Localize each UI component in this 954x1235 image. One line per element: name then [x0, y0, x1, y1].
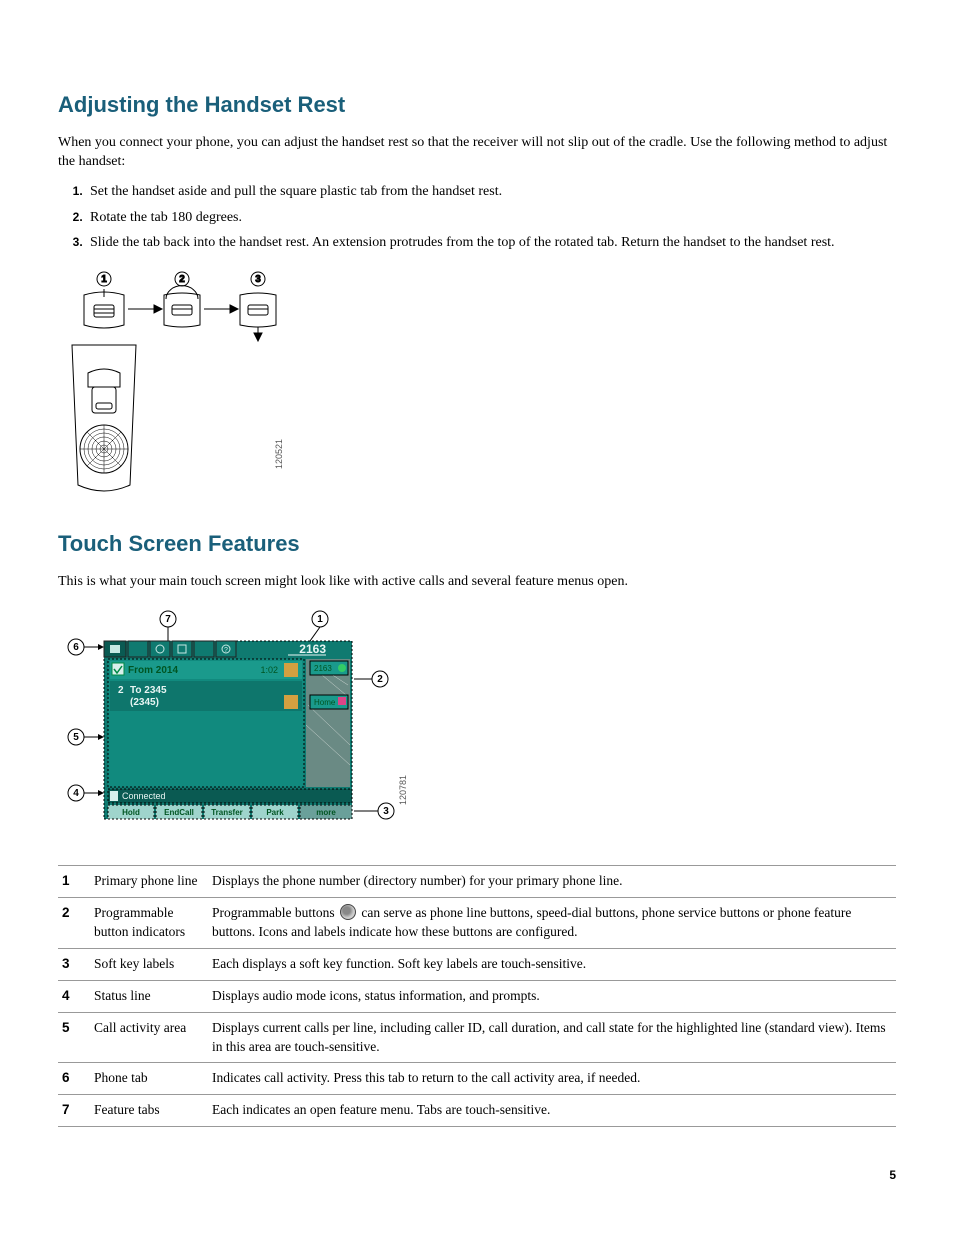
figure-id-2: 120781: [398, 775, 408, 805]
heading-touch-screen-features: Touch Screen Features: [58, 529, 896, 560]
svg-text:?: ?: [224, 647, 228, 654]
page-number: 5: [58, 1167, 896, 1184]
svg-text:3: 3: [255, 274, 261, 285]
svg-text:1:02: 1:02: [260, 665, 278, 675]
svg-text:Hold: Hold: [122, 808, 140, 817]
programmable-button-icon: [340, 904, 356, 920]
svg-text:From 2014: From 2014: [128, 665, 178, 676]
table-row: 5 Call activity area Displays current ca…: [58, 1012, 896, 1063]
svg-text:Home: Home: [314, 698, 336, 707]
steps-list: Set the handset aside and pull the squar…: [58, 182, 896, 253]
features-table: 1 Primary phone line Displays the phone …: [58, 865, 896, 1127]
table-row: 6 Phone tab Indicates call activity. Pre…: [58, 1063, 896, 1095]
svg-text:3: 3: [383, 806, 389, 817]
table-row: 4 Status line Displays audio mode icons,…: [58, 980, 896, 1012]
table-row: 3 Soft key labels Each displays a soft k…: [58, 948, 896, 980]
intro-paragraph-2: This is what your main touch screen migh…: [58, 572, 896, 592]
svg-text:2: 2: [118, 685, 124, 696]
step-2: Rotate the tab 180 degrees.: [86, 208, 896, 228]
table-row: 1 Primary phone line Displays the phone …: [58, 866, 896, 898]
svg-text:1: 1: [101, 274, 107, 285]
svg-text:2: 2: [179, 274, 185, 285]
svg-text:7: 7: [165, 614, 171, 625]
svg-text:4: 4: [73, 788, 79, 799]
step-3: Slide the tab back into the handset rest…: [86, 233, 896, 253]
figure-id-1: 120521: [274, 439, 284, 469]
svg-text:Connected: Connected: [122, 791, 166, 801]
svg-text:Park: Park: [266, 808, 284, 817]
svg-text:2: 2: [377, 674, 383, 685]
svg-text:6: 6: [73, 642, 79, 653]
svg-text:2163: 2163: [314, 664, 332, 673]
table-row: 7 Feature tabs Each indicates an open fe…: [58, 1095, 896, 1127]
heading-adjusting-handset-rest: Adjusting the Handset Rest: [58, 90, 896, 121]
figure-handset-rest: 1 2 3 12: [58, 269, 896, 499]
figure-touch-screen: 7 1 6 5 4 2 3 ? 2163 From 2014 1:02 2: [58, 605, 896, 835]
svg-text:EndCall: EndCall: [164, 808, 194, 817]
table-row: 2 Programmable button indicators Program…: [58, 898, 896, 949]
svg-text:more: more: [316, 808, 336, 817]
svg-text:To 2345: To 2345: [130, 685, 167, 696]
svg-text:1: 1: [317, 614, 323, 625]
screen-primary-line: 2163: [299, 642, 326, 656]
svg-text:Transfer: Transfer: [211, 808, 243, 817]
svg-text:(2345): (2345): [130, 697, 159, 708]
intro-paragraph-1: When you connect your phone, you can adj…: [58, 133, 896, 172]
programmable-desc: Programmable buttons can serve as phone …: [208, 898, 896, 949]
step-1: Set the handset aside and pull the squar…: [86, 182, 896, 202]
svg-text:5: 5: [73, 732, 79, 743]
